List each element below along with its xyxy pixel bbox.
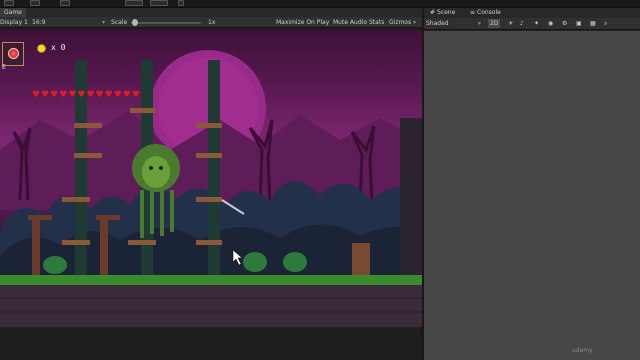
lighting-icon[interactable]: ☀ [508, 19, 513, 28]
scale-tool-icon[interactable] [60, 0, 70, 6]
mode-2d-toggle[interactable]: 2D [488, 19, 501, 28]
bush-3 [283, 252, 307, 272]
gizmos-icon[interactable]: ⚙ [562, 19, 567, 28]
move-tool-icon[interactable] [4, 0, 14, 6]
weapon-orb-icon [8, 48, 19, 59]
aspect-select[interactable]: 16:9 [32, 18, 45, 27]
game-view-controls: Display 1 16:9 ▾ Scale 1x Maximize On Pl… [0, 17, 422, 28]
heart-icon: ♥ [50, 90, 59, 100]
scene-view[interactable] [424, 31, 640, 360]
tab-scene[interactable]: Scene [433, 8, 459, 17]
heart-icon: ♥ [59, 90, 68, 100]
maximize-on-play-toggle[interactable]: Maximize On Play [276, 18, 329, 27]
tab-console[interactable]: Console [473, 8, 505, 17]
udemy-watermark: udemy [572, 347, 593, 354]
gizmos-dropdown-icon[interactable]: ▾ [413, 18, 416, 27]
scene-panel: # Scene ≡ Console Shaded ▾ 2D ☀ ♪ ✦ ◉ ⚙ … [424, 8, 640, 360]
transform-tool-icon[interactable] [150, 0, 168, 6]
heart-icon: ♥ [68, 90, 77, 100]
game-tab-bar: Game [0, 8, 422, 17]
heart-icon: ♥ [104, 90, 113, 100]
hud-weapon-frame [2, 42, 24, 66]
grid-icon[interactable]: ▦ [590, 19, 596, 28]
scene-view-controls: Shaded ▾ 2D ☀ ♪ ✦ ◉ ⚙ ▣ ▦ ⌕ [424, 18, 640, 30]
search-icon[interactable]: ⌕ [604, 19, 607, 28]
scale-slider[interactable] [131, 22, 201, 24]
editor-toolbar [0, 0, 640, 8]
gizmos-toggle[interactable]: Gizmos [389, 18, 411, 27]
custom-tool-icon[interactable] [178, 0, 184, 6]
bush-2 [243, 252, 267, 272]
scene-tab-bar: # Scene ≡ Console [424, 8, 640, 18]
tombstone [352, 243, 370, 275]
scale-slider-handle[interactable] [132, 19, 139, 26]
camera-icon[interactable]: ▣ [576, 19, 582, 28]
display-select[interactable]: Display 1 [0, 18, 28, 27]
hidden-objects-icon[interactable]: ◉ [548, 19, 553, 28]
tab-game[interactable]: Game [0, 8, 26, 17]
hud-key-label: E [2, 64, 6, 71]
game-viewport-margin [0, 335, 422, 360]
heart-icon: ♥ [113, 90, 122, 100]
right-cliff [400, 118, 422, 278]
aspect-dropdown-icon: ▾ [102, 19, 106, 26]
ground-stone [0, 285, 422, 327]
mute-audio-toggle[interactable]: Mute Audio [333, 18, 367, 27]
health-hearts: ♥ ♥ ♥ ♥ ♥ ♥ ♥ ♥ ♥ ♥ ♥ ♥ [32, 90, 140, 100]
scale-label: Scale [111, 19, 128, 26]
heart-icon: ♥ [95, 90, 104, 100]
scale-value: 1x [208, 19, 216, 26]
shading-mode-select[interactable]: Shaded [426, 19, 449, 28]
coin-icon [37, 44, 46, 53]
heart-icon: ♥ [86, 90, 95, 100]
heart-icon: ♥ [122, 90, 131, 100]
heart-icon: ♥ [32, 90, 41, 100]
audio-icon[interactable]: ♪ [520, 19, 524, 28]
stats-toggle[interactable]: Stats [369, 18, 384, 27]
rotate-tool-icon[interactable] [30, 0, 40, 6]
grass-strip [0, 275, 422, 285]
rect-tool-icon[interactable] [125, 0, 143, 6]
heart-icon: ♥ [77, 90, 86, 100]
shading-dropdown-icon[interactable]: ▾ [478, 19, 481, 28]
effects-icon[interactable]: ✦ [534, 19, 539, 28]
game-scene-art [0, 50, 422, 327]
coin-count: x 0 [51, 43, 66, 52]
bush-1 [43, 256, 67, 274]
heart-icon: ♥ [131, 90, 140, 100]
heart-icon: ♥ [41, 90, 50, 100]
